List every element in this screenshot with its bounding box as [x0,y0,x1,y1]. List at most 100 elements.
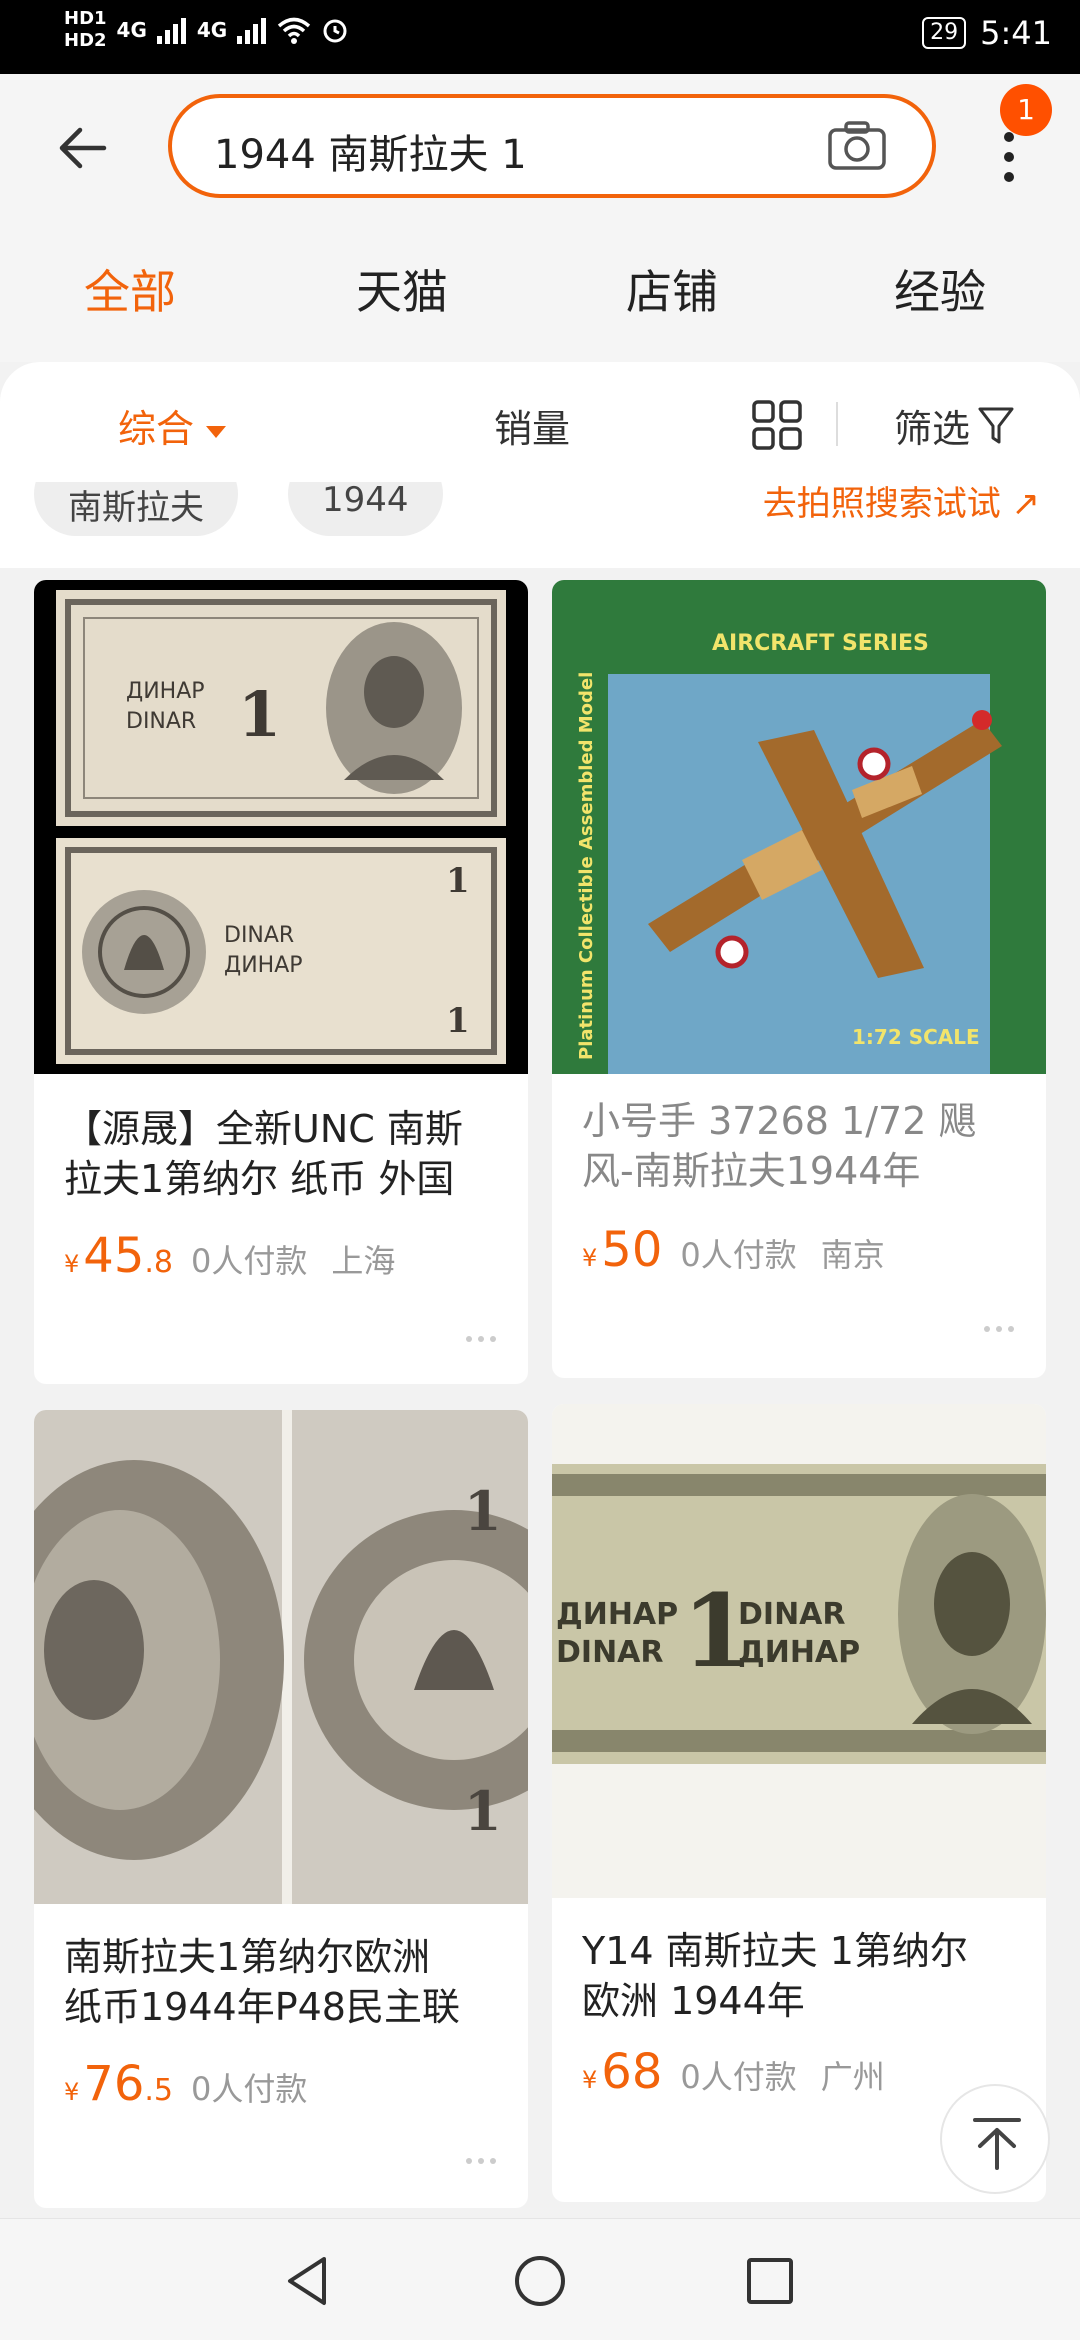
search-header: 1944 南斯拉夫 1 1 [0,74,1080,220]
currency-symbol: ¥ [64,1250,80,1278]
product-card[interactable]: AIRCRAFT SERIES 1:72 SCALE Platinum Coll… [552,580,1046,1378]
signal-bars-icon [237,18,267,44]
banknote-text: DINAR [224,923,294,948]
location: 南京 [820,1236,885,1274]
nav-back-icon [288,2257,326,2305]
currency-symbol: ¥ [64,2078,80,2106]
price-decimal: .5 [144,2073,173,2108]
clock: 5:41 [980,14,1052,52]
price-integer: 76 [83,2056,145,2112]
sales-count: 0人付款 [190,2070,308,2108]
title-line: 南斯拉夫1第纳尔欧洲 [64,1935,431,1979]
suggestion-chip[interactable]: 1944 [288,482,443,536]
banknote-text: ДИНАР [738,1635,860,1670]
banknote-value: 1 [446,1001,470,1041]
search-query-text: 1944 南斯拉夫 1 [214,132,527,178]
sort-comprehensive-label: 综合 [118,407,195,451]
filter-button[interactable]: 筛选 [894,398,1014,453]
sort-divider [836,402,838,446]
status-right: 29 5:41 [922,14,1052,52]
price-integer: 68 [601,2044,663,2100]
title-line: 风-南斯拉夫1944年 [582,1149,921,1193]
title-line: 小号手 37268 1/72 飓 [582,1099,977,1143]
back-to-top-button[interactable] [940,2084,1050,2194]
tab-all[interactable]: 全部 [84,256,176,322]
currency-symbol: ¥ [582,1244,598,1272]
banknote-value: 1 [464,1479,502,1543]
banknote-text: ДИНАР [556,1597,678,1632]
battery-indicator: 29 [922,17,967,49]
box-text: AIRCRAFT SERIES [712,631,929,656]
camera-search-button[interactable] [826,116,888,178]
suggestion-strip: 南斯拉夫 1944 去拍照搜索试试 ↗ [0,482,1080,568]
hd1-label: HD1 [64,8,107,29]
nav-back-button[interactable] [276,2249,340,2313]
card-more-icon[interactable] [466,2158,500,2168]
location: 广州 [820,2058,885,2096]
grid-view-icon [752,400,802,450]
nav-home-button[interactable] [508,2249,572,2313]
banknote-text: DINAR [556,1635,664,1670]
product-image: ДИНАР DINAR 1 DINAR ДИНАР 1 1 [34,580,528,1074]
view-toggle-button[interactable] [752,400,802,450]
product-title: 小号手 37268 1/72 飓 风-南斯拉夫1944年 [582,1096,1022,1196]
product-card[interactable]: ДИНАР DINAR 1 DINAR ДИНАР 1 1 【源晟】全新UNC … [34,580,528,1384]
more-menu-button[interactable] [990,124,1030,204]
product-title: 【源晟】全新UNC 南斯 拉夫1第纳尔 纸币 外国 [64,1104,504,1204]
currency-symbol: ¥ [582,2066,598,2094]
signal2-label: 4G [196,18,228,42]
back-button[interactable] [52,118,112,178]
system-nav-bar [0,2218,1080,2340]
price-row: ¥ 45 .8 0人付款 上海 [64,1228,395,1284]
title-line: Y14 南斯拉夫 1第纳尔 [582,1929,968,1973]
photo-search-link[interactable]: 去拍照搜索试试 ↗ [763,482,1040,525]
sort-sales[interactable]: 销量 [494,398,570,453]
banknote-text: DINAR [126,709,196,734]
sales-count: 0人付款 [680,1236,797,1274]
banknote-value: 1 [464,1779,502,1843]
price-integer: 45 [83,1228,145,1284]
status-bar: HD1 HD2 4G 4G 29 5:41 [0,0,1080,74]
title-line: 纸币1944年P48民主联 [64,1985,460,2029]
nav-home-icon [515,2256,565,2306]
card-more-icon[interactable] [984,1326,1018,1336]
arrow-to-top-icon [973,2118,1021,2170]
box-text: 1:72 SCALE [852,1025,980,1049]
nav-recents-button[interactable] [738,2249,802,2313]
product-image: AIRCRAFT SERIES 1:72 SCALE Platinum Coll… [552,580,1046,1074]
nav-recents-icon [747,2258,793,2304]
product-title: 南斯拉夫1第纳尔欧洲 纸币1944年P48民主联 [64,1932,504,2032]
suggestion-chip[interactable]: 南斯拉夫 [34,482,238,536]
sales-count: 0人付款 [680,2058,797,2096]
box-text: Platinum Collectible Assembled Model [576,672,597,1060]
wifi-icon [278,17,311,44]
product-card[interactable]: 1 1 南斯拉夫1第纳尔欧洲 纸币1944年P48民主联 ¥ 76 .5 0人付… [34,1410,528,2208]
hd2-label: HD2 [64,30,107,51]
search-input[interactable]: 1944 南斯拉夫 1 [168,94,936,198]
hd-indicators: HD1 HD2 [64,8,107,52]
product-card[interactable]: ДИНАР DINAR DINAR ДИНАР 1 Y14 南斯拉夫 1第纳尔 … [552,1404,1046,2202]
sort-bar: 综合 销量 筛选 [0,362,1080,482]
banknote-text: ДИНАР [126,679,205,704]
alarm-icon [323,19,347,43]
price-row: ¥ 50 0人付款 南京 [582,1222,885,1278]
tab-tmall[interactable]: 天猫 [356,256,448,322]
card-more-icon[interactable] [466,1336,500,1346]
product-image: 1 1 [34,1410,528,1904]
product-image: ДИНАР DINAR DINAR ДИНАР 1 [552,1404,1046,1898]
tab-shops[interactable]: 店铺 [626,256,718,322]
signal1-label: 4G [116,18,147,42]
banknote-text: DINAR [738,1597,846,1632]
banknote-value: 1 [238,678,281,751]
notification-badge: 1 [1000,84,1052,136]
caret-down-icon [206,425,227,438]
tab-experience[interactable]: 经验 [894,256,986,322]
price-row: ¥ 68 0人付款 广州 [582,2044,885,2100]
camera-icon [828,121,886,170]
product-title: Y14 南斯拉夫 1第纳尔 欧洲 1944年 [582,1926,1022,2026]
price-integer: 50 [601,1222,663,1278]
filter-funnel-icon [978,407,1014,443]
sales-count: 0人付款 [190,1242,308,1280]
title-line: 欧洲 1944年 [582,1979,805,2023]
sort-comprehensive[interactable]: 综合 [118,398,227,453]
